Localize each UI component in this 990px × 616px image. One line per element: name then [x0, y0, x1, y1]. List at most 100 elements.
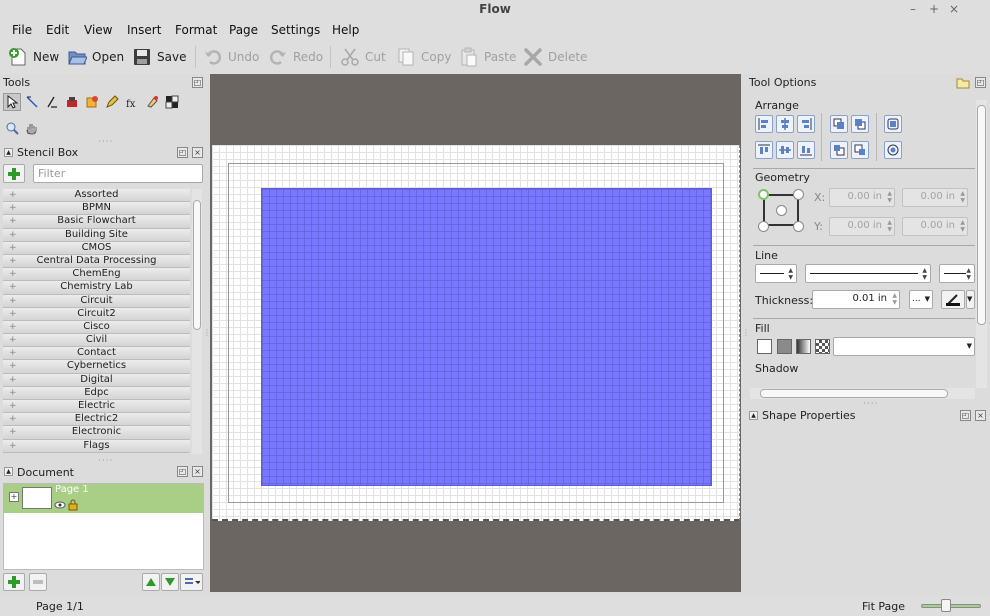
line-tool-icon[interactable] — [43, 93, 61, 111]
line-color-dropdown[interactable]: ▼ — [966, 290, 975, 309]
menu-file[interactable]: File — [12, 23, 32, 37]
lock-icon[interactable] — [68, 499, 78, 514]
stencil-item[interactable]: + Digital — [3, 373, 190, 387]
line-start-style-combo[interactable]: ▲ ▼ — [755, 264, 797, 283]
stencil-item[interactable]: + Electric — [3, 400, 190, 414]
anchor-point[interactable] — [793, 221, 804, 232]
stencil-item[interactable]: + Building Site — [3, 228, 190, 242]
align-center-button[interactable] — [776, 115, 794, 133]
select-tool-icon[interactable] — [3, 93, 21, 111]
menu-view[interactable]: View — [84, 23, 112, 37]
ungroup-button[interactable] — [884, 141, 902, 159]
anchor-selector[interactable] — [758, 189, 804, 232]
align-top-button[interactable] — [755, 141, 773, 159]
panel-resize-grip[interactable]: ···· — [98, 456, 113, 466]
menu-edit[interactable]: Edit — [46, 23, 69, 37]
move-page-down-button[interactable] — [161, 573, 179, 591]
shape-properties-close-button[interactable]: × — [975, 410, 986, 421]
shape-tool-icon[interactable] — [83, 93, 101, 111]
bring-forward-button[interactable] — [830, 115, 848, 133]
line-end-style-combo[interactable]: ▲ ▼ — [939, 264, 975, 283]
document-panel-toggle-icon[interactable]: ▲ — [4, 467, 13, 476]
menu-page[interactable]: Page — [229, 23, 258, 37]
stencil-item[interactable]: + Cybernetics — [3, 360, 190, 374]
redo-button[interactable]: Redo — [268, 46, 323, 68]
shape-properties-float-button[interactable]: ◰ — [960, 410, 971, 421]
rectangle-shape[interactable] — [261, 188, 712, 486]
stencil-item[interactable]: + Cisco — [3, 320, 190, 335]
align-right-button[interactable] — [797, 115, 815, 133]
stencil-item[interactable]: + CMOS — [3, 241, 190, 255]
stencil-item[interactable]: + Basic Flowchart — [3, 215, 190, 229]
menu-format[interactable]: Format — [175, 23, 217, 37]
x-position-spinbox[interactable]: 0.00 in ▲ ▼ — [829, 188, 895, 207]
stencil-item[interactable]: + Circuit — [3, 294, 190, 308]
document-close-button[interactable]: × — [192, 466, 203, 477]
save-button[interactable]: Save — [132, 46, 186, 68]
bring-to-front-button[interactable] — [851, 115, 869, 133]
align-middle-button[interactable] — [776, 141, 794, 159]
width-spinbox[interactable]: 0.00 in ▲ ▼ — [902, 188, 968, 207]
add-page-button[interactable] — [3, 573, 25, 591]
add-stencil-button[interactable] — [3, 164, 25, 183]
dock-resize-grip[interactable]: ⋮ — [203, 328, 212, 337]
move-page-up-button[interactable] — [142, 573, 160, 591]
stencil-float-button[interactable]: ◰ — [177, 147, 188, 158]
stencil-item[interactable]: + Flags — [3, 439, 190, 453]
align-bottom-button[interactable] — [797, 141, 815, 159]
document-float-button[interactable]: ◰ — [177, 466, 188, 477]
send-to-back-button[interactable] — [851, 141, 869, 159]
anchor-point[interactable] — [776, 205, 787, 216]
stencil-item[interactable]: + Electric2 — [3, 413, 190, 427]
dock-resize-grip[interactable]: ⋮ — [742, 328, 751, 337]
line-color-button[interactable] — [941, 290, 965, 309]
stencil-panel-toggle-icon[interactable]: ▲ — [4, 148, 13, 157]
connector-tool-icon[interactable] — [23, 93, 41, 111]
fill-gradient-button[interactable] — [796, 339, 811, 354]
tool-options-float-button[interactable]: ◰ — [975, 77, 986, 88]
tools-float-button[interactable]: ◰ — [192, 77, 203, 88]
zoom-slider[interactable] — [921, 604, 981, 608]
copy-button[interactable]: Copy — [396, 46, 451, 68]
dash-style-menu[interactable]: ... ▼ — [909, 290, 933, 309]
zoom-slider-handle[interactable] — [941, 599, 951, 612]
menu-insert[interactable]: Insert — [127, 23, 161, 37]
zoom-tool-icon[interactable] — [3, 119, 21, 137]
open-button[interactable]: Open — [67, 46, 124, 68]
stencil-item[interactable]: + Civil — [3, 334, 190, 348]
stencil-item[interactable]: + Electronic — [3, 426, 190, 440]
delete-button[interactable]: Delete — [523, 46, 587, 68]
thickness-spinbox[interactable]: 0.01 in ▲ ▼ — [812, 290, 900, 309]
stencil-filter-input[interactable]: Filter — [33, 164, 203, 183]
visibility-eye-icon[interactable] — [54, 500, 66, 513]
tool-options-vscroll-thumb[interactable] — [977, 105, 986, 325]
fill-none-button[interactable] — [757, 339, 772, 354]
stencil-scroll-thumb[interactable] — [193, 200, 201, 330]
page-row[interactable]: + Page 1 — [4, 484, 203, 513]
maximize-button[interactable]: + — [927, 1, 941, 17]
send-backward-button[interactable] — [830, 141, 848, 159]
menu-settings[interactable]: Settings — [271, 23, 320, 37]
paint-tool-icon[interactable] — [63, 93, 81, 111]
align-left-button[interactable] — [755, 115, 773, 133]
group-button[interactable] — [884, 115, 902, 133]
tool-options-hscroll-thumb[interactable] — [760, 389, 948, 398]
line-style-combo[interactable]: ▲ ▼ — [805, 264, 931, 283]
panel-resize-grip[interactable]: ···· — [98, 137, 113, 147]
paste-button[interactable]: Paste — [459, 46, 516, 68]
anchor-point[interactable] — [793, 189, 804, 200]
shape-properties-toggle-icon[interactable]: ▲ — [749, 411, 758, 420]
pan-hand-icon[interactable] — [22, 119, 40, 137]
formula-tool-icon[interactable]: fx — [123, 93, 141, 111]
pencil-tool-icon[interactable] — [103, 93, 121, 111]
stencil-close-button[interactable]: × — [192, 147, 203, 158]
anchor-point[interactable] — [758, 221, 769, 232]
fill-color-combo[interactable]: ▼ — [833, 337, 975, 356]
new-button[interactable]: New — [8, 46, 59, 68]
cut-button[interactable]: Cut — [340, 46, 386, 68]
pattern-tool-icon[interactable] — [163, 93, 181, 111]
page-view-options-button[interactable] — [180, 573, 203, 591]
fill-pattern-button[interactable] — [815, 339, 830, 354]
stencil-item[interactable]: + Central Data Processing — [3, 254, 190, 269]
stencil-item[interactable]: + BPMN — [3, 202, 190, 216]
